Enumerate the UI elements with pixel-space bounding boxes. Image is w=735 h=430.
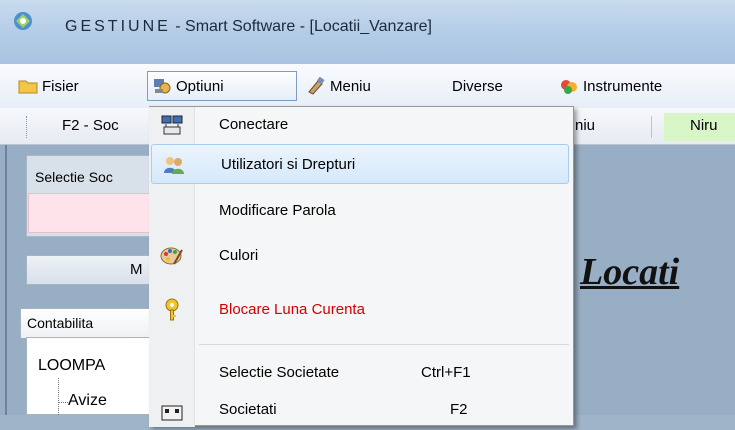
menu-optiuni[interactable]: Optiuni: [147, 71, 297, 101]
users-icon: [164, 157, 184, 174]
brush-icon: [308, 77, 325, 95]
toolbar-separator: [651, 116, 652, 138]
menu-item-societati[interactable]: Societati F2: [150, 390, 572, 430]
menu-item-selectie-societate[interactable]: Selectie Societate Ctrl+F1: [150, 353, 572, 393]
toolbar-grip[interactable]: [26, 116, 29, 138]
menu-bar: Fisier Optiuni Meniu Diverse Instrumente: [0, 64, 735, 109]
tree-item-avize[interactable]: Avize: [68, 392, 107, 410]
key-icon: [165, 298, 179, 321]
toolbar-meniu-button[interactable]: niu: [575, 117, 595, 134]
app-icon: [14, 12, 32, 30]
menu-item-label: Conectare: [219, 116, 289, 133]
tab-contabilitate-label: Contabilita: [27, 315, 94, 331]
companies-icon: [161, 405, 183, 421]
menu-item-shortcut: F2: [450, 401, 468, 418]
title-bar: GESTIUNE - Smart Software - [Locatii_Van…: [0, 0, 735, 64]
menu-diverse-label: Diverse: [452, 77, 503, 95]
menu-meniu[interactable]: Meniu: [306, 71, 371, 101]
menu-diverse[interactable]: Diverse: [452, 71, 503, 101]
menu-separator: [199, 344, 569, 345]
menu-item-culori[interactable]: Culori: [150, 236, 572, 276]
computer-connect-icon: [161, 115, 183, 135]
menu-item-label: Utilizatori si Drepturi: [221, 156, 356, 173]
menu-item-label: Modificare Parola: [219, 202, 336, 219]
window-title: GESTIUNE - Smart Software - [Locatii_Van…: [65, 18, 432, 35]
menu-fisier-label: Fisier: [42, 77, 79, 95]
menu-item-label: Selectie Societate: [219, 364, 340, 381]
menu-item-shortcut: Ctrl+F1: [421, 364, 471, 381]
options-icon: [154, 79, 171, 94]
menu-item-label: Societati: [219, 401, 277, 418]
menu-item-utilizatori[interactable]: Utilizatori si Drepturi: [151, 144, 569, 184]
page-title: Locati: [580, 251, 680, 293]
menu-instrumente[interactable]: Instrumente: [559, 71, 662, 101]
selectie-field[interactable]: [28, 193, 156, 233]
tools-icon: [561, 80, 577, 94]
selectie-label: Selectie Soc: [35, 169, 113, 185]
menu-optiuni-label: Optiuni: [176, 77, 224, 95]
menu-meniu-label: Meniu: [330, 77, 371, 95]
menu-instrumente-label: Instrumente: [583, 77, 663, 95]
palette-icon: [160, 247, 183, 265]
client-border: [5, 145, 7, 415]
folder-icon: [18, 80, 38, 94]
toolbar-f2-button[interactable]: F2 - Soc: [62, 117, 119, 134]
menu-item-conectare[interactable]: Conectare: [150, 105, 572, 145]
m-button-label: M: [130, 261, 143, 278]
tree-root[interactable]: LOOMPA: [38, 357, 105, 375]
menu-item-label: Blocare Luna Curenta: [219, 301, 365, 318]
toolbar-niru-button[interactable]: Niru: [690, 117, 718, 134]
menu-item-modificare-parola[interactable]: Modificare Parola: [150, 191, 572, 231]
menu-item-blocare-luna[interactable]: Blocare Luna Curenta: [150, 290, 572, 330]
tree-line: [58, 378, 60, 415]
menu-fisier[interactable]: Fisier: [18, 71, 79, 101]
menu-item-label: Culori: [219, 247, 259, 264]
